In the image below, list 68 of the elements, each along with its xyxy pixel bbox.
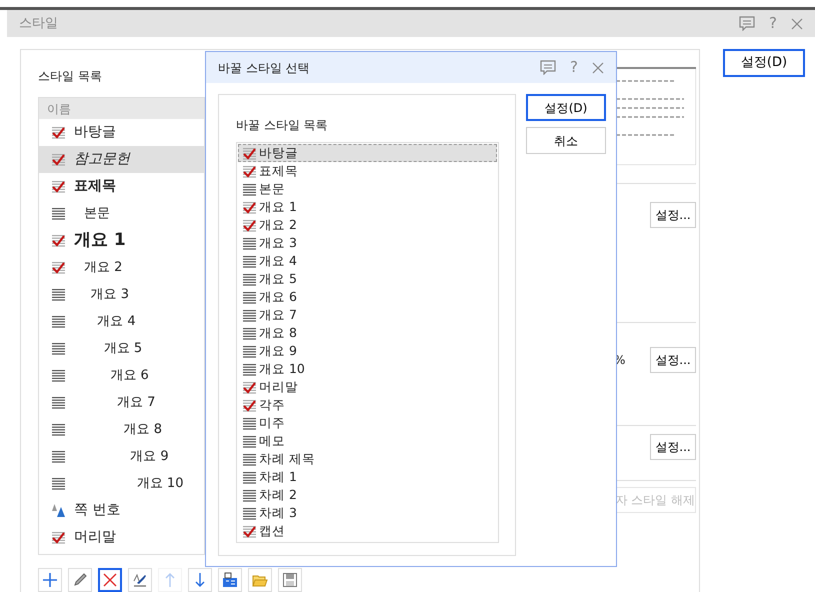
- style-list-item[interactable]: 미주: [238, 414, 497, 432]
- style-list-item[interactable]: 본문: [238, 180, 497, 198]
- style-list-item[interactable]: 개요 2: [238, 216, 497, 234]
- style-list-item[interactable]: 참고문헌: [39, 146, 204, 173]
- window-title: 스타일: [19, 14, 58, 33]
- style-list-item[interactable]: 개요 9: [39, 443, 204, 470]
- eyedropper-button[interactable]: [128, 568, 152, 592]
- style-list-item[interactable]: 개요 8: [39, 416, 204, 443]
- style-list-item[interactable]: 개요 2: [39, 254, 204, 281]
- list-label: 바꿀 스타일 목록: [236, 118, 328, 132]
- import-button[interactable]: [218, 568, 242, 592]
- style-list-item[interactable]: 차례 3: [238, 504, 497, 522]
- comment-icon: [739, 16, 756, 31]
- list-label: 스타일 목록: [38, 68, 103, 85]
- import-icon: [222, 572, 238, 588]
- style-list-item[interactable]: 표제목: [39, 173, 204, 200]
- pencil-icon: [72, 572, 88, 588]
- settings-button[interactable]: 설정...: [650, 202, 696, 228]
- style-list-item[interactable]: 머리말: [238, 378, 497, 396]
- add-icon: [42, 572, 58, 588]
- style-list-item[interactable]: 개요 3: [238, 234, 497, 252]
- style-list-item[interactable]: 개요 7: [238, 306, 497, 324]
- style-list-item[interactable]: 캡션: [238, 522, 497, 540]
- close-icon: [791, 18, 803, 30]
- style-list-item[interactable]: 차례 1: [238, 468, 497, 486]
- pencil-button[interactable]: [68, 568, 92, 592]
- settings-button[interactable]: 설정...: [650, 347, 696, 373]
- folder-button[interactable]: [248, 568, 272, 592]
- style-list-item[interactable]: 차례 2: [238, 486, 497, 504]
- eyedropper-icon: [132, 572, 148, 588]
- style-list-item[interactable]: 개요 1: [39, 227, 204, 254]
- style-list-item[interactable]: 개요 5: [39, 335, 204, 362]
- settings-button[interactable]: 설정...: [650, 434, 696, 460]
- style-list-item[interactable]: 바탕글: [39, 119, 204, 146]
- column-header: 이름: [39, 98, 204, 119]
- save-button[interactable]: [278, 568, 302, 592]
- style-list-item[interactable]: 개요 8: [238, 324, 497, 342]
- cancel-button[interactable]: 취소: [526, 127, 606, 154]
- style-list-item[interactable]: 본문: [39, 200, 204, 227]
- style-list-item[interactable]: 개요 9: [238, 342, 497, 360]
- style-list-item[interactable]: 표제목: [238, 162, 497, 180]
- style-list-item[interactable]: 쪽 번호: [39, 497, 204, 524]
- add-button[interactable]: [38, 568, 62, 592]
- style-list-item[interactable]: 차례 제목: [238, 450, 497, 468]
- delete-icon: [102, 572, 118, 588]
- delete-button[interactable]: [98, 568, 122, 592]
- save-icon: [282, 572, 298, 588]
- style-list-item[interactable]: 개요 4: [39, 308, 204, 335]
- close-icon: [592, 62, 604, 74]
- character-style-icon: [52, 504, 65, 517]
- style-list-item[interactable]: 개요 4: [238, 252, 497, 270]
- style-list-item[interactable]: 개요 6: [238, 288, 497, 306]
- style-list-item[interactable]: 개요 10: [238, 360, 497, 378]
- down-arrow-button[interactable]: [188, 568, 212, 592]
- style-list-item[interactable]: 메모: [238, 432, 497, 450]
- style-list-item[interactable]: 개요 3: [39, 281, 204, 308]
- style-list-item[interactable]: 개요 10: [39, 470, 204, 497]
- style-list-item[interactable]: 개요 5: [238, 270, 497, 288]
- style-list-item[interactable]: 바탕글: [238, 144, 497, 162]
- confirm-button[interactable]: 설정(D): [723, 49, 805, 77]
- dialog-title: 바꿀 스타일 선택: [218, 60, 310, 76]
- confirm-button[interactable]: 설정(D): [526, 94, 606, 121]
- style-list-item[interactable]: 개요 7: [39, 389, 204, 416]
- style-list-item[interactable]: 개요 1: [238, 198, 497, 216]
- style-list-item[interactable]: 개요 6: [39, 362, 204, 389]
- comment-icon: [540, 60, 556, 75]
- style-list-item[interactable]: 머리말: [39, 524, 204, 551]
- style-list-item[interactable]: 각주: [238, 396, 497, 414]
